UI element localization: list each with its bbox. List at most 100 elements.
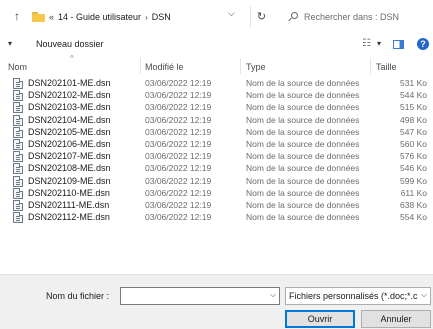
file-type: Nom de la source de données (246, 151, 360, 162)
file-name: DSN202107-ME.dsn (28, 151, 111, 162)
cancel-button[interactable]: Annuler (361, 310, 431, 328)
filename-label: Nom du fichier : (46, 291, 110, 301)
file-modified: 03/06/2022 12:19 (145, 199, 212, 210)
file-name: DSN202110-ME.dsn (28, 187, 110, 198)
breadcrumb-overflow[interactable]: « (49, 12, 54, 22)
file-type: Nom de la source de données (246, 138, 360, 149)
file-size: 638 Ko (400, 199, 427, 210)
file-row[interactable]: DSN202101-ME.dsn 03/06/2022 12:19 Nom de l… (0, 77, 433, 89)
file-row[interactable]: DSN202109-ME.dsn 03/06/2022 12:19 Nom de l… (0, 175, 433, 187)
file-type: Nom de la source de données (246, 175, 360, 186)
file-size: 554 Ko (400, 212, 427, 223)
file-row[interactable]: DSN202110-ME.dsn 03/06/2022 12:19 Nom de l… (0, 187, 433, 199)
file-type-filter-select[interactable]: Fichiers personnalisés (*.doc;*.c (285, 287, 431, 305)
file-type: Nom de la source de données (246, 114, 360, 125)
file-name: DSN202112-ME.dsn (28, 212, 110, 223)
file-modified: 03/06/2022 12:19 (145, 114, 212, 125)
file-size: 498 Ko (400, 114, 427, 125)
file-size: 611 Ko (400, 187, 427, 198)
file-type: Nom de la source de données (246, 90, 360, 101)
file-row[interactable]: DSN202102-ME.dsn 03/06/2022 12:19 Nom de l… (0, 89, 433, 102)
file-row[interactable]: DSN202103-ME.dsn 03/06/2022 12:19 Nom de l… (0, 101, 433, 114)
file-modified: 03/06/2022 12:19 (145, 151, 212, 162)
file-name: DSN202105-ME.dsn (28, 126, 111, 137)
search-icon (288, 12, 298, 22)
data-source-file-icon (13, 90, 23, 102)
file-row[interactable]: DSN202104-ME.dsn 03/06/2022 12:19 Nom de l… (0, 114, 433, 126)
organize-dropdown-icon[interactable]: ▾ (8, 39, 12, 48)
view-dropdown-icon[interactable]: ▾ (377, 39, 381, 48)
file-modified: 03/06/2022 12:19 (145, 102, 212, 113)
chevron-right-icon: › (145, 12, 148, 22)
file-modified: 03/06/2022 12:19 (145, 212, 212, 223)
file-name: DSN202109-ME.dsn (28, 175, 111, 186)
file-modified: 03/06/2022 12:19 (145, 78, 212, 88)
breadcrumb-item-dsn[interactable]: DSN (152, 12, 171, 22)
data-source-file-icon (13, 114, 23, 126)
column-divider[interactable] (240, 58, 241, 74)
help-icon[interactable]: ? (417, 38, 429, 50)
file-type: Nom de la source de données (246, 187, 360, 198)
chevron-down-icon[interactable]: ⌵ (228, 8, 235, 19)
file-size: 531 Ko (400, 78, 427, 88)
file-row[interactable]: DSN202105-ME.dsn 03/06/2022 12:19 Nom de l… (0, 126, 433, 138)
data-source-file-icon (13, 175, 23, 187)
file-name: DSN202103-ME.dsn (28, 102, 111, 113)
file-name: DSN202101-ME.dsn (28, 78, 111, 88)
up-arrow-icon[interactable]: ↑ (14, 9, 26, 23)
file-type: Nom de la source de données (246, 163, 360, 174)
filename-input[interactable] (120, 287, 280, 305)
preview-pane-icon[interactable] (393, 40, 404, 49)
file-modified: 03/06/2022 12:19 (145, 163, 212, 174)
file-name: DSN202111-ME.dsn (28, 199, 110, 210)
file-type: Nom de la source de données (246, 199, 360, 210)
view-options-icon[interactable]: ☷ (362, 38, 371, 49)
column-header-modified[interactable]: Modifié le (145, 62, 184, 72)
file-size: 560 Ko (400, 138, 427, 149)
refresh-icon[interactable]: ↻ (250, 6, 272, 28)
file-row[interactable]: DSN202108-ME.dsn 03/06/2022 12:19 Nom de l… (0, 162, 433, 175)
column-header-row: ^ Nom Modifié le Type Taille (0, 54, 433, 76)
search-input[interactable]: Rechercher dans : DSN (282, 6, 430, 28)
command-bar: ▾ Nouveau dossier ☷ ▾ ? (0, 34, 433, 56)
data-source-file-icon (13, 78, 23, 89)
data-source-file-icon (13, 199, 23, 211)
data-source-file-icon (13, 126, 23, 138)
data-source-file-icon (13, 163, 23, 175)
file-size: 546 Ko (400, 163, 427, 174)
chevron-down-icon[interactable]: ⌵ (421, 290, 428, 300)
file-modified: 03/06/2022 12:19 (145, 175, 212, 186)
open-file-dialog: ↑ « 14 - Guide utilisateur › DSN ⌵ ↻ Rec… (0, 0, 433, 329)
file-list: DSN202101-ME.dsn 03/06/2022 12:19 Nom de l… (0, 77, 433, 224)
dialog-footer: Nom du fichier : ⌵ Fichiers personnalisé… (0, 274, 433, 329)
column-header-type[interactable]: Type (246, 62, 266, 72)
file-type: Nom de la source de données (246, 212, 360, 223)
file-size: 576 Ko (400, 151, 427, 162)
file-modified: 03/06/2022 12:19 (145, 138, 212, 149)
file-size: 599 Ko (400, 175, 427, 186)
address-bar[interactable]: « 14 - Guide utilisateur › DSN (32, 6, 244, 28)
breadcrumb-item-guide[interactable]: 14 - Guide utilisateur (58, 12, 141, 22)
column-divider[interactable] (370, 58, 371, 74)
data-source-file-icon (13, 138, 23, 150)
column-header-name[interactable]: Nom (8, 62, 27, 72)
file-row[interactable]: DSN202107-ME.dsn 03/06/2022 12:19 Nom de l… (0, 150, 433, 163)
data-source-file-icon (13, 102, 23, 114)
file-size: 547 Ko (400, 126, 427, 137)
file-row[interactable]: DSN202111-ME.dsn 03/06/2022 12:19 Nom de l… (0, 199, 433, 211)
file-modified: 03/06/2022 12:19 (145, 187, 212, 198)
column-divider[interactable] (140, 58, 141, 74)
data-source-file-icon (13, 212, 23, 224)
search-placeholder: Rechercher dans : DSN (304, 12, 400, 22)
open-button[interactable]: Ouvrir (285, 310, 355, 328)
file-type: Nom de la source de données (246, 78, 360, 88)
file-row[interactable]: DSN202106-ME.dsn 03/06/2022 12:19 Nom de l… (0, 138, 433, 150)
navigation-bar: ↑ « 14 - Guide utilisateur › DSN ⌵ ↻ Rec… (0, 0, 433, 34)
file-name: DSN202108-ME.dsn (28, 163, 111, 174)
new-folder-button[interactable]: Nouveau dossier (36, 39, 104, 49)
chevron-down-icon[interactable]: ⌵ (270, 290, 276, 300)
file-name: DSN202102-ME.dsn (28, 90, 111, 101)
column-header-size[interactable]: Taille (376, 62, 397, 72)
file-type: Nom de la source de données (246, 102, 360, 113)
file-row[interactable]: DSN202112-ME.dsn 03/06/2022 12:19 Nom de l… (0, 211, 433, 224)
